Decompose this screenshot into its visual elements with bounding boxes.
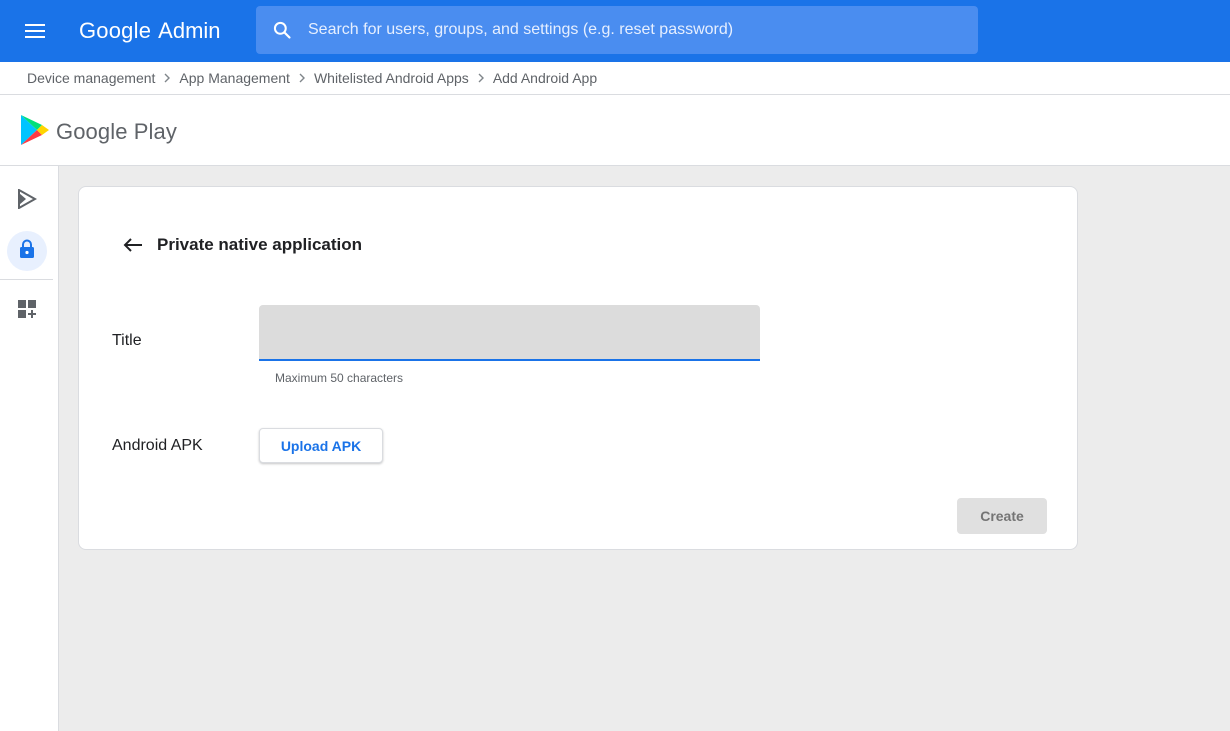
rail-item-play-apps[interactable] (7, 181, 47, 221)
brand-product-text: Admin (158, 18, 221, 43)
create-button[interactable]: Create (957, 498, 1047, 534)
rail-item-private-apps[interactable] (7, 231, 47, 271)
google-admin-logo[interactable]: Google Admin (79, 15, 221, 47)
breadcrumb-whitelisted-android-apps[interactable]: Whitelisted Android Apps (314, 70, 469, 86)
rail-item-web-apps[interactable] (7, 291, 47, 331)
breadcrumb: Device management App Management Whiteli… (0, 62, 1230, 95)
breadcrumb-add-android-app: Add Android App (492, 70, 598, 86)
rail-divider (0, 279, 53, 280)
google-play-header: Google Play (0, 95, 1230, 166)
search-input[interactable] (308, 6, 978, 54)
arrow-back-icon[interactable] (119, 233, 147, 257)
private-app-form-card: Private native application Title Maximum… (78, 186, 1078, 550)
breadcrumb-device-management[interactable]: Device management (27, 70, 155, 86)
chevron-right-icon (469, 73, 493, 83)
upload-apk-button[interactable]: Upload APK (259, 428, 383, 463)
page-title: Private native application (157, 235, 363, 254)
top-app-bar: Google Admin (0, 0, 1230, 62)
search-icon[interactable] (256, 6, 308, 54)
title-field[interactable] (259, 305, 760, 361)
hamburger-menu-icon[interactable] (18, 19, 52, 43)
google-play-icon (20, 114, 50, 151)
add-widget-icon (17, 299, 37, 324)
chevron-right-icon (290, 73, 314, 83)
lock-icon (19, 239, 35, 264)
android-apk-label: Android APK (112, 437, 203, 454)
title-helper-text: Maximum 50 characters (275, 371, 404, 385)
google-play-logo: Google Play (20, 114, 177, 147)
left-nav-rail (0, 166, 59, 731)
search-bar[interactable] (256, 6, 978, 54)
title-label: Title (112, 332, 142, 349)
google-play-text: Google Play (56, 119, 177, 144)
brand-google-text: Google (79, 18, 152, 43)
breadcrumb-app-management[interactable]: App Management (179, 70, 290, 86)
chevron-right-icon (155, 73, 179, 83)
play-apps-icon (17, 187, 38, 214)
